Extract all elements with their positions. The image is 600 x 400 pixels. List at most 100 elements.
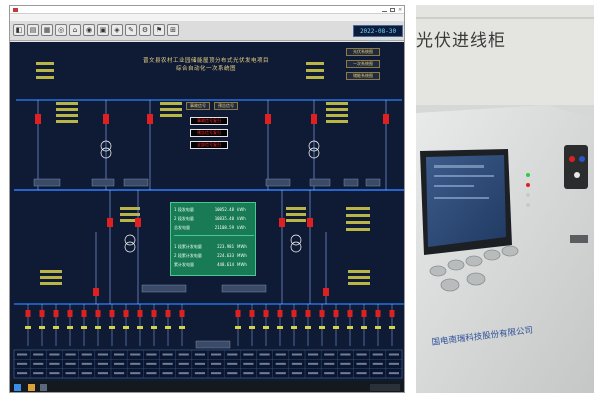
- all-reset-button[interactable]: 全部信号复归: [190, 141, 228, 149]
- table-cell-mark: [308, 362, 319, 365]
- cabinet-sign-text: 光伏进线柜: [416, 31, 506, 51]
- terminal-jack-icon: [579, 156, 585, 162]
- energy-row: 2 段累计发电量 224.633 MWh: [174, 253, 247, 258]
- tool-icon-6[interactable]: ◉: [83, 24, 95, 36]
- table-cell-mark: [227, 353, 238, 356]
- readout-mark: [56, 102, 78, 105]
- bottom-readout-mark: [305, 326, 311, 329]
- bottom-breaker-icon: [235, 310, 241, 317]
- bottom-breaker-icon: [319, 310, 325, 317]
- tool-icon-9[interactable]: ✎: [125, 24, 137, 36]
- table-cell-mark: [114, 372, 125, 375]
- bottom-breaker-icon: [389, 310, 395, 317]
- breaker-icon: [35, 114, 41, 124]
- table-cell-mark: [17, 362, 28, 365]
- table-cell-mark: [372, 362, 383, 365]
- tool-icon-12[interactable]: ⊞: [167, 24, 179, 36]
- cabinet-handle: [570, 235, 588, 243]
- table-cell-mark: [17, 353, 28, 356]
- table-cell-mark: [388, 372, 399, 375]
- maximize-icon[interactable]: [390, 8, 395, 12]
- bottom-readout-mark: [95, 326, 101, 329]
- table-cell-mark: [162, 353, 173, 356]
- table-cell-mark: [146, 372, 157, 375]
- table-cell-mark: [178, 362, 189, 365]
- menu-bar: [10, 14, 404, 21]
- table-cell-mark: [275, 353, 286, 356]
- bottom-breaker-icon: [123, 310, 129, 317]
- breaker-icon: [265, 114, 271, 124]
- energy-row: 1 段累计发电量 223.981 MWh: [174, 244, 247, 249]
- table-cell-mark: [97, 353, 108, 356]
- cabinet-sign: 光伏进线柜: [416, 5, 594, 105]
- tool-icon-2[interactable]: ▤: [27, 24, 39, 36]
- bottom-readout-mark: [67, 326, 73, 329]
- tool-icon-5[interactable]: ⌂: [69, 24, 81, 36]
- table-cell-mark: [194, 353, 205, 356]
- bottom-readout-mark: [277, 326, 283, 329]
- bottom-readout-mark: [53, 326, 59, 329]
- table-cell-mark: [356, 362, 367, 365]
- table-cell-mark: [340, 372, 351, 375]
- tool-icon-7[interactable]: ▣: [97, 24, 109, 36]
- nav-button-pv[interactable]: 光伏系统图: [346, 48, 380, 56]
- bottom-readout-mark: [235, 326, 241, 329]
- bottom-breaker-icon: [25, 310, 31, 317]
- minimize-icon[interactable]: [382, 8, 387, 12]
- bottom-labels: [141, 284, 267, 349]
- accident-signal-button[interactable]: 事故信号: [186, 102, 210, 110]
- bottom-breaker-icon: [137, 310, 143, 317]
- terminal-jack-icon: [574, 172, 580, 178]
- warning-reset-button[interactable]: 预告信号复归: [190, 129, 228, 137]
- table-cell-mark: [259, 362, 270, 365]
- table-cell-mark: [146, 353, 157, 356]
- tool-icon-3[interactable]: ▦: [41, 24, 53, 36]
- cabinet-photo: 光伏进线柜 国电南瑞科技股份有限公司: [416, 5, 594, 393]
- table-cell-mark: [49, 353, 60, 356]
- breaker-icon: [103, 114, 109, 124]
- bottom-readout-mark: [319, 326, 325, 329]
- table-cell-mark: [114, 353, 125, 356]
- tool-icon-11[interactable]: ⚑: [153, 24, 165, 36]
- bottom-readout-mark: [333, 326, 339, 329]
- bottom-breaker-icon: [81, 310, 87, 317]
- energy-summary-panel: 1 段发电量 10052.48 kWh 2 段发电量 10835.40 kWh …: [170, 202, 256, 276]
- nav-button-storage[interactable]: 储能系统图: [346, 72, 380, 80]
- lcd-screen: [426, 155, 506, 247]
- sign-edge: [416, 17, 594, 19]
- bottom-breaker-icon: [263, 310, 269, 317]
- tool-icon-1[interactable]: ◧: [13, 24, 25, 36]
- tool-icon-10[interactable]: ⚙: [139, 24, 151, 36]
- bottom-breaker-icon: [165, 310, 171, 317]
- bottom-breaker-icon: [109, 310, 115, 317]
- table-cell-mark: [17, 372, 28, 375]
- tool-icon-4[interactable]: ◎: [55, 24, 67, 36]
- close-icon[interactable]: ×: [398, 7, 404, 13]
- readout-mark: [36, 62, 54, 65]
- bottom-breaker-icon: [347, 310, 353, 317]
- bottom-breaker-icon: [291, 310, 297, 317]
- table-cell-mark: [291, 353, 302, 356]
- single-line-diagram: 晋文县农村工业园储能屋顶分布式光伏发电项目 综合自动化一次系统图 光伏系统图 一…: [10, 42, 404, 381]
- nav-button-primary[interactable]: 一次系统图: [346, 60, 380, 68]
- taskbar-app-icon[interactable]: [40, 384, 47, 391]
- panel-divider: [174, 235, 254, 236]
- protection-relay-panel: 国电南瑞科技股份有限公司: [416, 105, 594, 393]
- window-titlebar: ×: [10, 6, 404, 14]
- table-cell-mark: [81, 353, 92, 356]
- tool-icon-8[interactable]: ◈: [111, 24, 123, 36]
- warning-signal-button[interactable]: 预告信号: [214, 102, 238, 110]
- bottom-readout-mark: [39, 326, 45, 329]
- table-cell-mark: [275, 372, 286, 375]
- table-cell-mark: [194, 372, 205, 375]
- table-cell-mark: [162, 372, 173, 375]
- accident-reset-button[interactable]: 事故信号复归: [190, 117, 228, 125]
- bottom-readout-mark: [109, 326, 115, 329]
- taskbar-app-icon[interactable]: [28, 384, 35, 391]
- bottom-data-table: [13, 349, 403, 379]
- energy-row: 累计发电量 448.614 MWh: [174, 262, 247, 267]
- bottom-readout-mark: [389, 326, 395, 329]
- start-icon[interactable]: [14, 384, 21, 391]
- table-cell-mark: [291, 372, 302, 375]
- bottom-readout-mark: [137, 326, 143, 329]
